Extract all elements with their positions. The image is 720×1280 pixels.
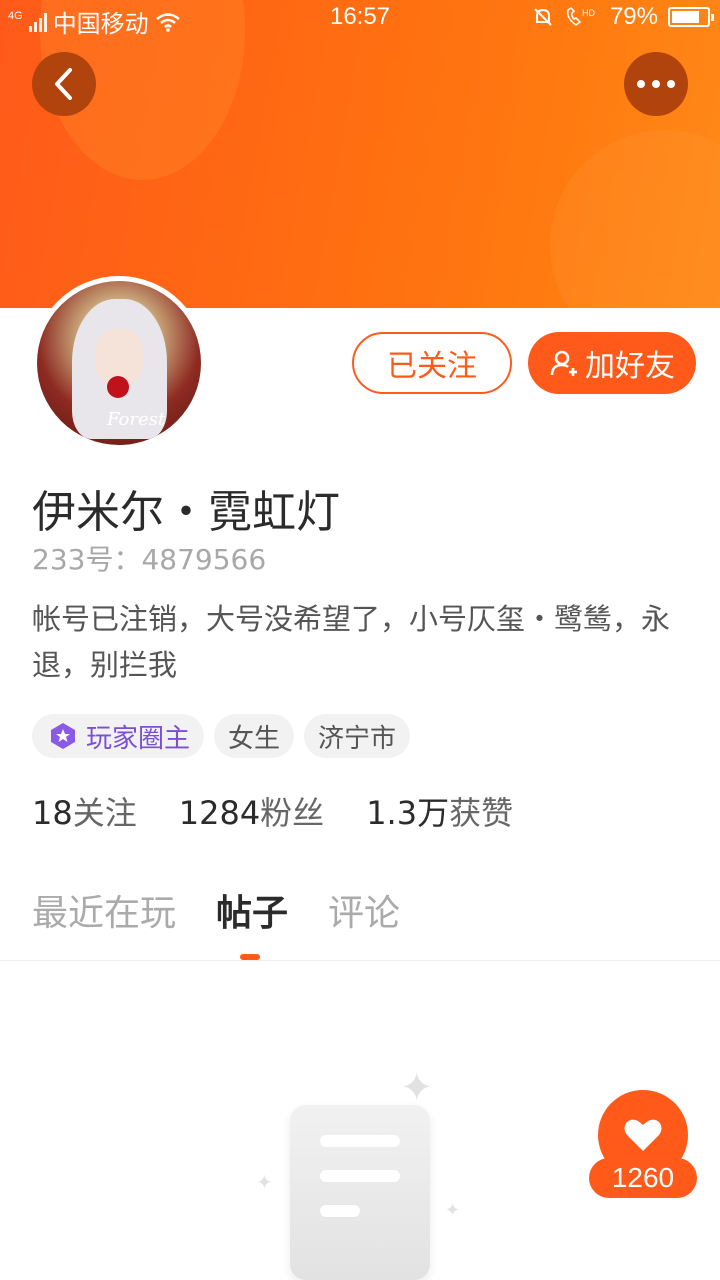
user-id: 233号：4879566 <box>32 538 266 578</box>
stat-likes: 1.3万获赞 <box>366 788 513 834</box>
add-user-icon <box>550 350 577 376</box>
battery-percent: 79% <box>609 3 658 30</box>
tag-city: 济宁市 <box>304 714 411 758</box>
tab-comments[interactable]: 评论 <box>328 884 400 936</box>
sparkle-icon: ✦ <box>256 1170 273 1194</box>
tab-posts[interactable]: 帖子 <box>216 884 288 936</box>
heart-icon <box>624 1119 662 1151</box>
user-id-label: 233号： <box>32 543 142 576</box>
empty-state-illustration: ✦ ✦ ✦ <box>250 1060 470 1280</box>
avatar-image: Forest <box>37 281 201 445</box>
host-badge-icon <box>51 723 75 749</box>
hd-call-icon: HD <box>566 6 595 26</box>
tag-list: 玩家圈主 女生 济宁市 <box>32 714 411 758</box>
status-right: HD 79% <box>532 3 714 31</box>
stats-row: 18关注 1284粉丝 1.3万获赞 <box>32 788 513 834</box>
profile-tabs: 最近在玩 帖子 评论 <box>32 884 400 936</box>
like-count: 1260 <box>589 1158 697 1198</box>
likes-label: 获赞 <box>449 794 514 832</box>
stat-fans[interactable]: 1284粉丝 <box>179 788 324 834</box>
tab-recent[interactable]: 最近在玩 <box>32 884 176 936</box>
add-friend-label: 加好友 <box>585 349 675 384</box>
username: 伊米尔・霓虹灯 <box>32 487 340 538</box>
add-friend-button[interactable]: 加好友 <box>528 332 696 394</box>
tag-host[interactable]: 玩家圈主 <box>32 714 205 758</box>
more-button[interactable] <box>624 52 688 116</box>
fans-label: 粉丝 <box>260 794 325 832</box>
back-button[interactable] <box>32 52 96 116</box>
rose-graphic <box>107 376 129 398</box>
document-icon <box>290 1105 430 1280</box>
svg-text:HD: HD <box>582 8 595 18</box>
stat-following[interactable]: 18关注 <box>32 788 137 834</box>
battery-icon <box>668 7 714 27</box>
tag-gender: 女生 <box>214 714 295 758</box>
battery-level <box>672 11 699 23</box>
mute-bell-icon <box>534 8 552 26</box>
sparkle-icon: ✦ <box>445 1200 461 1221</box>
user-id-value: 4879566 <box>141 543 267 576</box>
user-bio: 帐号已注销，大号没希望了，小号仄玺・鹭鸶，永退，别拦我 <box>32 602 671 682</box>
profile-header <box>0 0 720 308</box>
followed-button[interactable]: 已关注 <box>352 332 512 394</box>
following-count: 18 <box>32 794 73 832</box>
likes-count: 1.3万 <box>366 794 450 832</box>
tag-host-label: 玩家圈主 <box>86 723 191 754</box>
divider <box>0 960 720 961</box>
avatar-signature: Forest <box>107 409 166 430</box>
fans-count: 1284 <box>178 794 261 832</box>
status-bar: 4G 中国移动 16:57 HD 79% <box>0 0 720 38</box>
header-decoration <box>550 130 720 308</box>
chevron-left-icon <box>55 68 72 100</box>
avatar[interactable]: Forest <box>32 276 206 450</box>
more-dots-icon <box>637 80 675 88</box>
following-label: 关注 <box>72 794 137 832</box>
